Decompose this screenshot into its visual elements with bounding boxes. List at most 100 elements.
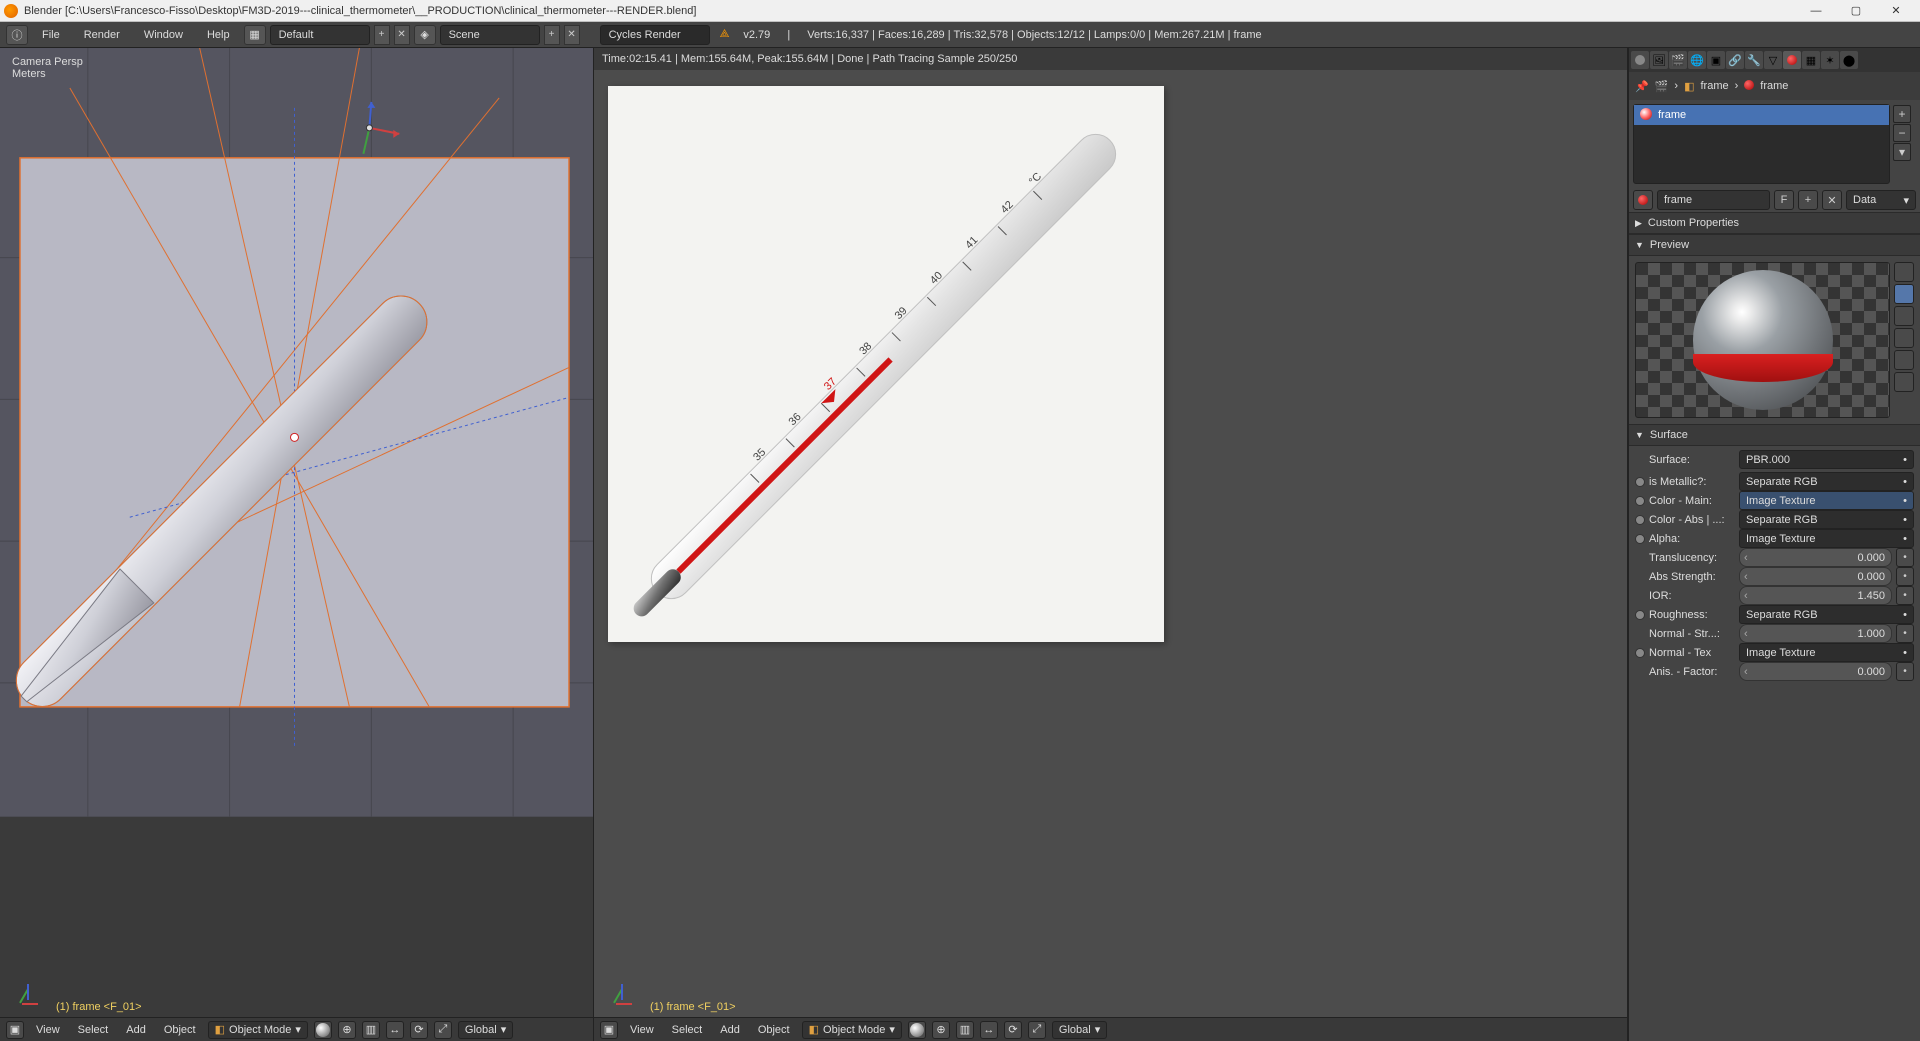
material-slot-list[interactable]: frame + − ▾ xyxy=(1633,104,1890,184)
renderview-menu-select[interactable]: Select xyxy=(666,1024,709,1036)
property-dropdown[interactable]: Image Texture• xyxy=(1739,643,1914,662)
node-socket-icon[interactable] xyxy=(1635,515,1645,525)
preview-hair-button[interactable] xyxy=(1894,350,1914,370)
viewport-canvas[interactable] xyxy=(0,48,593,817)
node-socket-icon[interactable] xyxy=(1635,477,1645,487)
tab-physics-icon[interactable]: ⬤ xyxy=(1840,51,1858,69)
renderview-menu-add[interactable]: Add xyxy=(714,1024,746,1036)
node-socket-icon[interactable] xyxy=(1635,534,1645,544)
scene-browse-icon[interactable]: ◈ xyxy=(414,25,436,45)
mode-dropdown[interactable]: ◧ Object Mode ▾ xyxy=(208,1021,308,1039)
section-custom-properties[interactable]: ▶ Custom Properties xyxy=(1629,212,1920,234)
manipulator-translate-icon[interactable]: ↔ xyxy=(980,1021,998,1039)
editor-type-3dview-icon[interactable]: ▣ xyxy=(6,1021,24,1039)
viewport-3d[interactable]: Camera Persp Meters (1) frame <F_01> ▣ V… xyxy=(0,48,594,1041)
view3d-menu-view[interactable]: View xyxy=(30,1024,66,1036)
manipulator-scale-icon[interactable]: ⤢ xyxy=(434,1021,452,1039)
material-slot-item[interactable]: frame xyxy=(1634,105,1889,125)
shading-solid-icon[interactable] xyxy=(314,1021,332,1039)
menu-help[interactable]: Help xyxy=(197,29,240,41)
tab-texture-icon[interactable]: ▦ xyxy=(1802,51,1820,69)
manipulator-scale-icon[interactable]: ⤢ xyxy=(1028,1021,1046,1039)
mode-dropdown-render[interactable]: ◧ Object Mode ▾ xyxy=(802,1021,902,1039)
tab-render-icon[interactable] xyxy=(1631,51,1649,69)
manipulator-translate-icon[interactable]: ↔ xyxy=(386,1021,404,1039)
pin-icon[interactable]: 📌 xyxy=(1635,80,1649,93)
renderview-menu-view[interactable]: View xyxy=(624,1024,660,1036)
property-number-field[interactable]: 0.000 xyxy=(1739,662,1892,681)
material-slot-menu-button[interactable]: ▾ xyxy=(1893,143,1911,161)
render-engine-dropdown[interactable]: Cycles Render xyxy=(600,25,710,45)
property-dropdown[interactable]: Separate RGB• xyxy=(1739,472,1914,491)
tab-data-icon[interactable]: ▽ xyxy=(1764,51,1782,69)
scene-remove-button[interactable]: ✕ xyxy=(564,25,580,45)
property-dropdown[interactable]: Separate RGB• xyxy=(1739,605,1914,624)
preview-flat-button[interactable] xyxy=(1894,262,1914,282)
section-preview[interactable]: ▼ Preview xyxy=(1629,234,1920,256)
view3d-menu-add[interactable]: Add xyxy=(120,1024,152,1036)
manipulator-rotate-icon[interactable]: ⟳ xyxy=(410,1021,428,1039)
tab-render-layers-icon[interactable]: 🖼 xyxy=(1650,51,1668,69)
editor-type-icon[interactable]: ⓘ xyxy=(6,25,28,45)
property-number-field[interactable]: 0.000 xyxy=(1739,548,1892,567)
material-name-input[interactable]: frame xyxy=(1657,190,1770,210)
property-link-button[interactable]: • xyxy=(1896,662,1914,681)
render-view[interactable]: Time:02:15.41 | Mem:155.64M, Peak:155.64… xyxy=(594,48,1628,1041)
screen-browse-icon[interactable]: ▦ xyxy=(244,25,266,45)
property-link-button[interactable]: • xyxy=(1896,548,1914,567)
tab-particles-icon[interactable]: ✶ xyxy=(1821,51,1839,69)
material-unlink-button[interactable]: ✕ xyxy=(1822,190,1842,210)
tab-object-icon[interactable]: ▣ xyxy=(1707,51,1725,69)
node-socket-icon[interactable] xyxy=(1635,610,1645,620)
maximize-button[interactable]: ▢ xyxy=(1836,1,1876,21)
tab-scene-icon[interactable]: 🎬 xyxy=(1669,51,1687,69)
property-dropdown[interactable]: Image Texture• xyxy=(1739,529,1914,548)
tab-constraints-icon[interactable]: 🔗 xyxy=(1726,51,1744,69)
close-button[interactable]: ✕ xyxy=(1876,1,1916,21)
material-slot-remove-button[interactable]: − xyxy=(1893,124,1911,142)
material-browse-button[interactable] xyxy=(1633,190,1653,210)
node-socket-icon[interactable] xyxy=(1635,496,1645,506)
property-link-button[interactable]: • xyxy=(1896,586,1914,605)
material-fakeuser-button[interactable]: F xyxy=(1774,190,1794,210)
screen-layout-dropdown[interactable]: Default xyxy=(270,25,370,45)
shading-solid-icon[interactable] xyxy=(908,1021,926,1039)
tab-modifiers-icon[interactable]: 🔧 xyxy=(1745,51,1763,69)
orientation-dropdown-render[interactable]: Global ▾ xyxy=(1052,1021,1107,1039)
scene-dropdown[interactable]: Scene xyxy=(440,25,540,45)
menu-window[interactable]: Window xyxy=(134,29,193,41)
view3d-menu-object[interactable]: Object xyxy=(158,1024,202,1036)
material-link-dropdown[interactable]: Data▾ xyxy=(1846,190,1916,210)
preview-world-button[interactable] xyxy=(1894,372,1914,392)
breadcrumb-object[interactable]: frame xyxy=(1700,80,1728,92)
tab-world-icon[interactable]: 🌐 xyxy=(1688,51,1706,69)
editor-type-3dview-icon[interactable]: ▣ xyxy=(600,1021,618,1039)
property-number-field[interactable]: 1.000 xyxy=(1739,624,1892,643)
preview-cube-button[interactable] xyxy=(1894,306,1914,326)
surface-shader-dropdown[interactable]: PBR.000 • xyxy=(1739,450,1914,469)
orientation-dropdown[interactable]: Global ▾ xyxy=(458,1021,513,1039)
scene-add-button[interactable]: + xyxy=(544,25,560,45)
renderview-menu-object[interactable]: Object xyxy=(752,1024,796,1036)
pivot-icon[interactable]: ⊕ xyxy=(932,1021,950,1039)
property-dropdown[interactable]: Image Texture• xyxy=(1739,491,1914,510)
menu-render[interactable]: Render xyxy=(74,29,130,41)
property-number-field[interactable]: 1.450 xyxy=(1739,586,1892,605)
tab-material-icon[interactable] xyxy=(1783,51,1801,69)
pivot-icon[interactable]: ⊕ xyxy=(338,1021,356,1039)
property-dropdown[interactable]: Separate RGB• xyxy=(1739,510,1914,529)
node-socket-icon[interactable] xyxy=(1635,648,1645,658)
breadcrumb-material[interactable]: frame xyxy=(1760,80,1788,92)
manipulator-rotate-icon[interactable]: ⟳ xyxy=(1004,1021,1022,1039)
menu-file[interactable]: File xyxy=(32,29,70,41)
view3d-menu-select[interactable]: Select xyxy=(72,1024,115,1036)
screen-add-button[interactable]: + xyxy=(374,25,390,45)
property-link-button[interactable]: • xyxy=(1896,567,1914,586)
layers-icon[interactable]: ▥ xyxy=(362,1021,380,1039)
property-number-field[interactable]: 0.000 xyxy=(1739,567,1892,586)
layers-icon[interactable]: ▥ xyxy=(956,1021,974,1039)
preview-monkey-button[interactable] xyxy=(1894,328,1914,348)
property-link-button[interactable]: • xyxy=(1896,624,1914,643)
preview-sphere-button[interactable] xyxy=(1894,284,1914,304)
material-new-button[interactable]: + xyxy=(1798,190,1818,210)
